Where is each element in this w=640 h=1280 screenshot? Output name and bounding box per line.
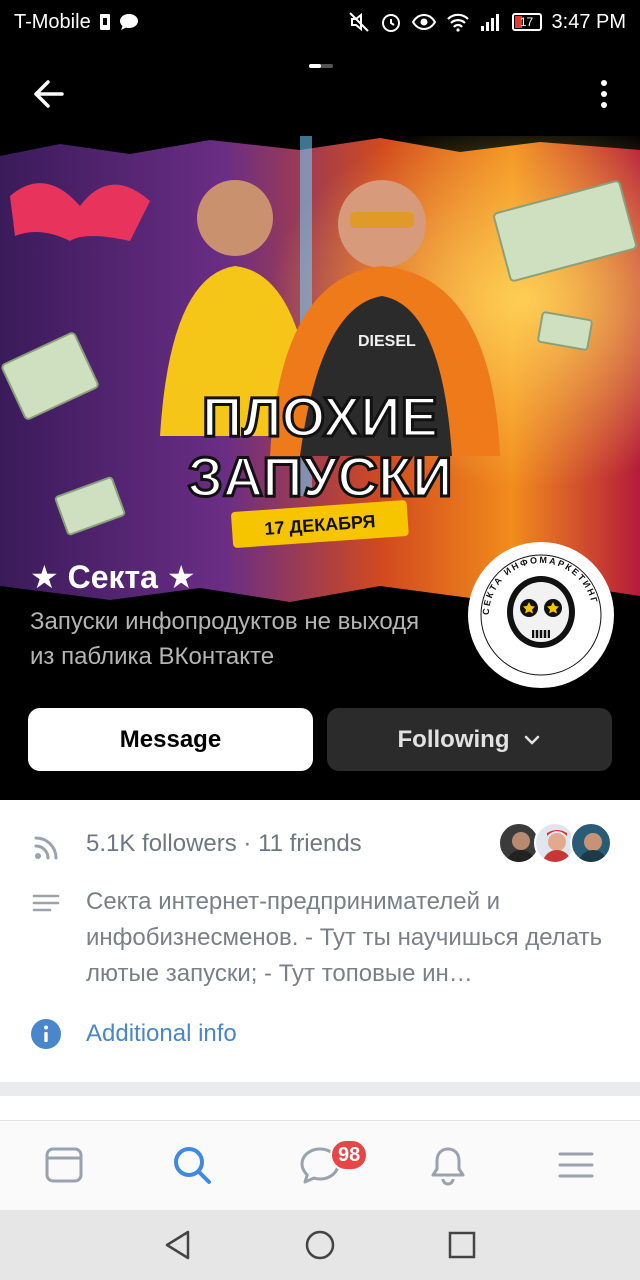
top-bar: [0, 44, 640, 144]
cover-image: DIESEL ПЛОХИЕ ЗАПУСКИ 17 ДЕКАБРЯ: [0, 136, 640, 606]
poster-title-line2: ЗАПУСКИ: [188, 445, 453, 508]
mute-icon: [348, 11, 370, 33]
more-dot: [601, 80, 607, 86]
chat-notification-icon: [119, 13, 139, 31]
square-recents-icon: [448, 1231, 476, 1259]
battery-level: 17: [519, 15, 534, 29]
wifi-icon: [446, 12, 470, 32]
group-avatar[interactable]: СЕКТА ИНФОМАРКЕТИНГ: [468, 542, 614, 688]
cover-shirt-text: DIESEL: [358, 333, 416, 350]
poster-title-line1: ПЛОХИЕ: [202, 385, 438, 448]
status-bar: T-Mobile 17 3:47 PM: [0, 0, 640, 44]
messages-badge: 98: [330, 1139, 369, 1171]
news-icon: [45, 1147, 83, 1183]
section-divider: [0, 1082, 640, 1096]
sim-icon: [99, 13, 111, 31]
additional-info-link[interactable]: Additional info: [86, 1020, 237, 1048]
back-button[interactable]: [28, 72, 72, 116]
carrier-label: T-Mobile: [14, 10, 91, 33]
system-recents-button[interactable]: [445, 1228, 479, 1262]
notifications-icon: [431, 1147, 465, 1186]
description-text: Секта интернет-предпринимателей и инфоби…: [86, 888, 603, 987]
triangle-back-icon: [165, 1230, 190, 1260]
eye-icon: [411, 13, 436, 31]
message-button[interactable]: Message: [28, 708, 313, 771]
nav-search[interactable]: [170, 1143, 214, 1187]
system-home-button[interactable]: [303, 1228, 337, 1262]
group-info-section: 5.1K followers · 11 friends Секта интерн…: [0, 800, 640, 1082]
system-navigation-bar: [0, 1210, 640, 1280]
signal-icon: [480, 12, 502, 32]
chevron-down-icon: [525, 735, 540, 745]
back-arrow-icon: [34, 80, 64, 108]
alarm-icon: [380, 11, 402, 33]
nav-menu[interactable]: [554, 1143, 598, 1187]
following-button-label: Following: [397, 725, 510, 753]
rss-icon: [34, 836, 58, 860]
nav-news[interactable]: [42, 1143, 86, 1187]
group-cover: DIESEL ПЛОХИЕ ЗАПУСКИ 17 ДЕКАБРЯ ★ Секта…: [0, 44, 640, 800]
following-button[interactable]: Following: [327, 708, 612, 771]
search-icon: [174, 1147, 211, 1184]
description-icon: [32, 894, 60, 912]
friend-avatar: [570, 822, 612, 864]
battery-icon: 17: [511, 13, 542, 31]
group-status: Запуски инфопродуктов не выходя из пабли…: [30, 608, 420, 670]
group-name: ★ Секта ★: [30, 559, 196, 595]
more-dot: [601, 91, 607, 97]
followers-text: 5.1K followers · 11 friends: [86, 830, 362, 857]
bottom-navigation: 98: [0, 1120, 640, 1210]
friends-avatars[interactable]: [498, 822, 612, 864]
cover-pager: [309, 64, 333, 68]
message-button-label: Message: [119, 725, 222, 753]
more-dot: [601, 102, 607, 108]
info-icon: [31, 1019, 61, 1049]
circle-home-icon: [305, 1230, 335, 1260]
system-back-button[interactable]: [161, 1228, 195, 1262]
menu-icon: [558, 1152, 594, 1178]
clock: 3:47 PM: [551, 10, 626, 33]
nav-notifications[interactable]: [426, 1143, 470, 1187]
more-options-button[interactable]: [592, 72, 616, 116]
